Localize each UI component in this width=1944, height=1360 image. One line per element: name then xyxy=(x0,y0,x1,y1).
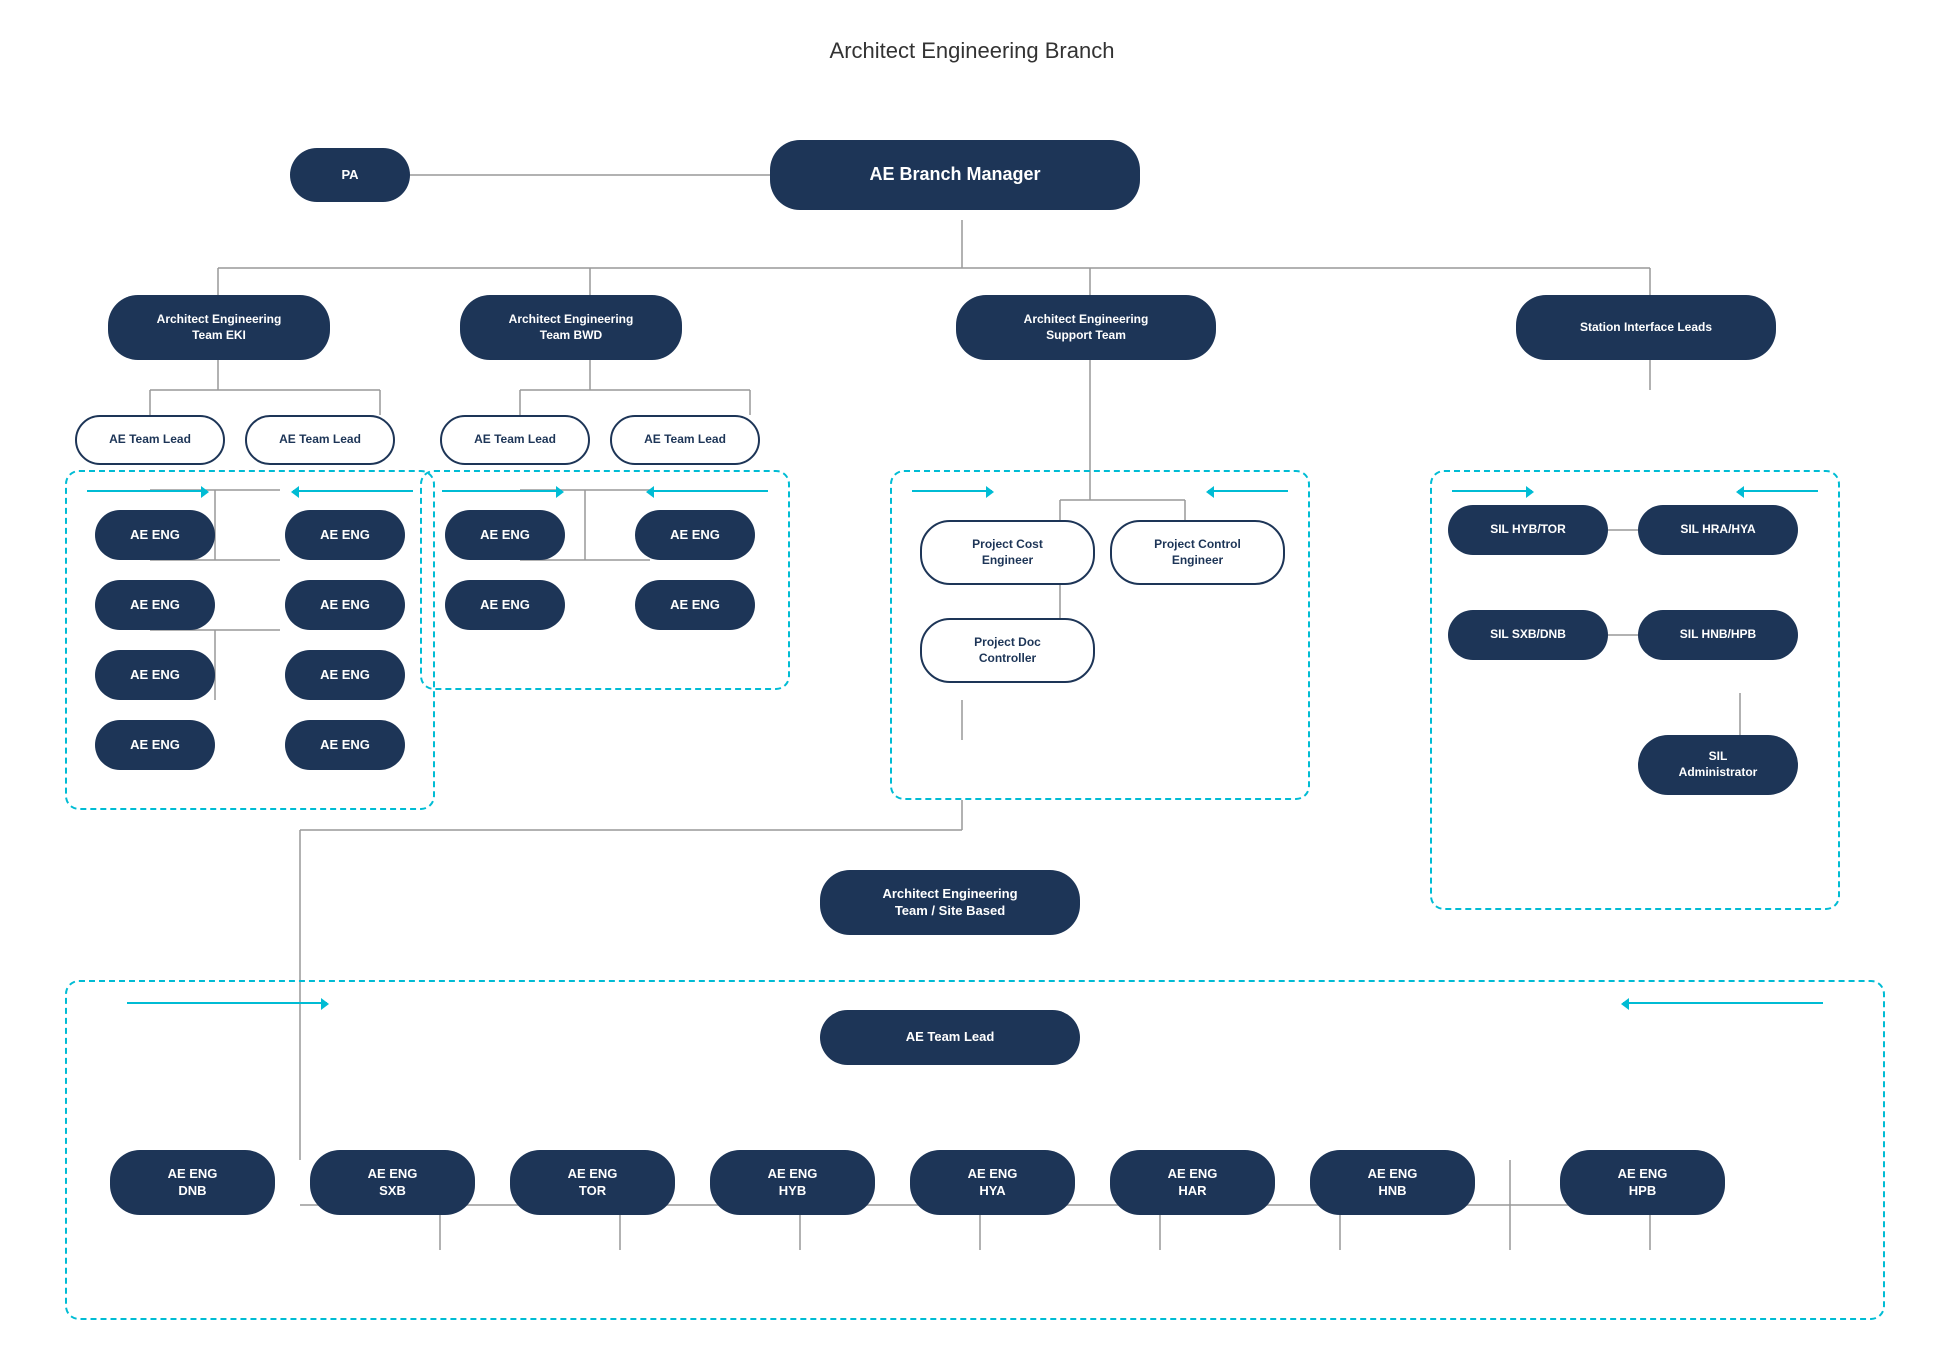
ae-eng-bwd-r2c1: AE ENG xyxy=(445,580,565,630)
ae-eng-eki-r1c2: AE ENG xyxy=(285,510,405,560)
ae-team-lead-eki-2-node: AE Team Lead xyxy=(245,415,395,465)
ae-eng-har-node: AE ENG HAR xyxy=(1110,1150,1275,1215)
sil-hra-hya-node: SIL HRA/HYA xyxy=(1638,505,1798,555)
pa-node: PA xyxy=(290,148,410,202)
station-interface-leads-node: Station Interface Leads xyxy=(1516,295,1776,360)
sil-sxb-dnb-node: SIL SXB/DNB xyxy=(1448,610,1608,660)
ae-team-lead-site-node: AE Team Lead xyxy=(820,1010,1080,1065)
ae-team-eki-node: Architect Engineering Team EKI xyxy=(108,295,330,360)
ae-eng-hpb-node: AE ENG HPB xyxy=(1560,1150,1725,1215)
ae-eng-eki-r2c2: AE ENG xyxy=(285,580,405,630)
ae-team-site-based-node: Architect Engineering Team / Site Based xyxy=(820,870,1080,935)
project-doc-controller-node: Project Doc Controller xyxy=(920,618,1095,683)
sil-administrator-node: SIL Administrator xyxy=(1638,735,1798,795)
sil-hyb-tor-node: SIL HYB/TOR xyxy=(1448,505,1608,555)
ae-eng-bwd-r1c1: AE ENG xyxy=(445,510,565,560)
ae-support-team-node: Architect Engineering Support Team xyxy=(956,295,1216,360)
sil-hnb-hpb-node: SIL HNB/HPB xyxy=(1638,610,1798,660)
ae-eng-tor-node: AE ENG TOR xyxy=(510,1150,675,1215)
ae-eng-bwd-r1c2: AE ENG xyxy=(635,510,755,560)
project-cost-engineer-node: Project Cost Engineer xyxy=(920,520,1095,585)
project-control-engineer-node: Project Control Engineer xyxy=(1110,520,1285,585)
ae-eng-hya-node: AE ENG HYA xyxy=(910,1150,1075,1215)
ae-eng-eki-r2c1: AE ENG xyxy=(95,580,215,630)
ae-eng-hyb-node: AE ENG HYB xyxy=(710,1150,875,1215)
ae-eng-eki-r3c1: AE ENG xyxy=(95,650,215,700)
page-title: Architect Engineering Branch xyxy=(0,38,1944,64)
ae-eng-hnb-node: AE ENG HNB xyxy=(1310,1150,1475,1215)
ae-eng-bwd-r2c2: AE ENG xyxy=(635,580,755,630)
ae-eng-sxb-node: AE ENG SXB xyxy=(310,1150,475,1215)
ae-team-lead-bwd-2-node: AE Team Lead xyxy=(610,415,760,465)
ae-eng-eki-r4c2: AE ENG xyxy=(285,720,405,770)
ae-eng-eki-r3c2: AE ENG xyxy=(285,650,405,700)
ae-team-lead-bwd-1-node: AE Team Lead xyxy=(440,415,590,465)
page: Architect Engineering Branch xyxy=(0,0,1944,1360)
ae-eng-eki-r4c1: AE ENG xyxy=(95,720,215,770)
ae-team-bwd-node: Architect Engineering Team BWD xyxy=(460,295,682,360)
ae-eng-dnb-node: AE ENG DNB xyxy=(110,1150,275,1215)
ae-team-lead-eki-1-node: AE Team Lead xyxy=(75,415,225,465)
ae-branch-manager-node: AE Branch Manager xyxy=(770,140,1140,210)
ae-eng-eki-r1c1: AE ENG xyxy=(95,510,215,560)
